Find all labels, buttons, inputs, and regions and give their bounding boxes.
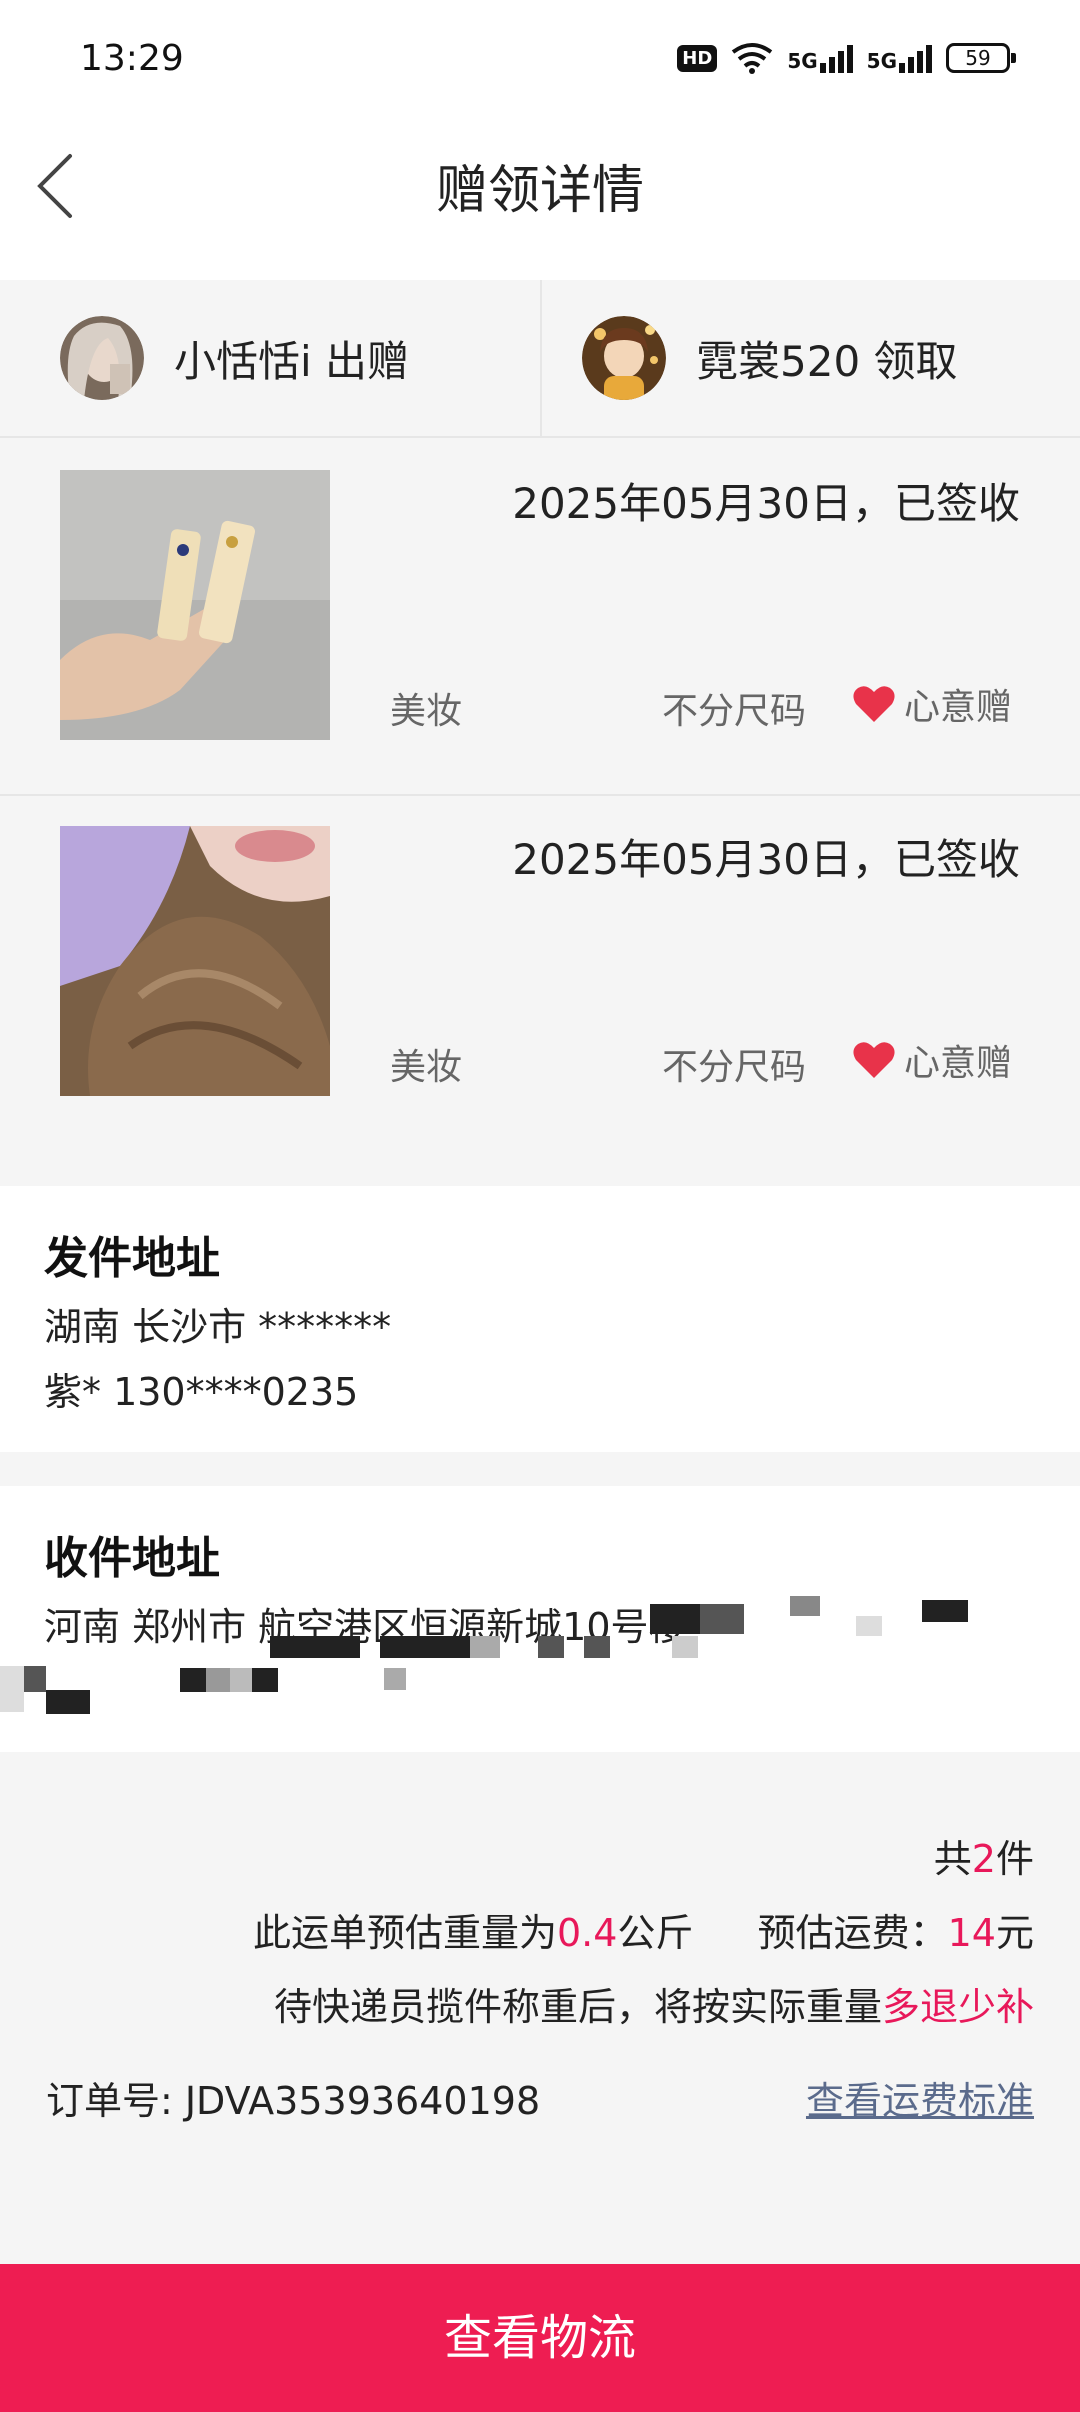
view-logistics-button[interactable]: 查看物流 [0,2264,1080,2412]
item-count: 共2件 [933,1837,1034,1881]
sender-avatar [60,316,144,400]
receiver-party[interactable]: 霓裳520 领取 [540,280,1080,436]
item-thumbnail [60,826,330,1096]
order-number: 订单号: JDVA35393640198 [46,2079,541,2123]
status-bar: 13:29 HD 5G 5G 59 [0,0,1080,120]
receive-address-card: 收件地址 河南 郑州市 航空港区恒源新城10号楼 [0,1486,1080,1752]
receive-address-title: 收件地址 [44,1533,220,1584]
item-date: 2025年05月30日，已签收 [512,835,1020,884]
gift-type-label: 心意赠 [904,1043,1013,1084]
hd-icon: HD [677,44,718,72]
item-date: 2025年05月30日，已签收 [512,479,1020,528]
heart-icon [853,1042,895,1078]
status-time: 13:29 [80,38,184,79]
battery-icon: 59 [946,43,1016,73]
gift-type-label: 心意赠 [904,687,1013,728]
item-size: 不分尺码 [662,1047,807,1088]
receiver-avatar [582,316,666,400]
signal-5g-icon-2: 5G [867,43,932,73]
fee-standard-link[interactable]: 查看运费标准 [806,2070,1034,2125]
signal-5g-icon-1: 5G [787,43,853,73]
nav-bar: 赠领详情 [0,120,1080,280]
wifi-icon [732,43,773,74]
shipping-summary: 共2件 此运单预估重量为0.4公斤 预估运费：14元 待快递员揽件称重后，将按实… [0,1752,1080,2262]
send-address-line: 湖南 长沙市 ******* [44,1305,392,1349]
sender-label: 小恬恬i 出赠 [174,336,410,386]
gift-item[interactable]: 2025年05月30日，已签收 美妆 不分尺码 心意赠 [0,440,1080,796]
parties-bar: 小恬恬i 出赠 霓裳520 领取 [0,280,1080,438]
weight-note: 待快递员揽件称重后，将按实际重量多退少补 [273,1985,1034,2029]
item-category: 美妆 [390,691,463,732]
weight-fee-line: 此运单预估重量为0.4公斤 预估运费：14元 [252,1911,1034,1955]
page-title: 赠领详情 [435,161,644,221]
send-address-card: 发件地址 湖南 长沙市 ******* 紫* 130****0235 [0,1186,1080,1452]
receiver-label: 霓裳520 领取 [696,336,958,386]
item-size: 不分尺码 [662,691,807,732]
sender-party[interactable]: 小恬恬i 出赠 [0,280,540,436]
item-category: 美妆 [390,1047,463,1088]
gift-item[interactable]: 2025年05月30日，已签收 美妆 不分尺码 心意赠 [0,796,1080,1152]
gift-type: 心意赠 [852,678,1012,730]
status-icons: HD 5G 5G 59 [677,42,1016,74]
send-address-title: 发件地址 [44,1233,220,1284]
sender-contact: 紫* 130****0235 [44,1370,359,1414]
heart-icon [853,686,895,722]
gift-type: 心意赠 [852,1034,1012,1086]
item-thumbnail [60,470,330,740]
